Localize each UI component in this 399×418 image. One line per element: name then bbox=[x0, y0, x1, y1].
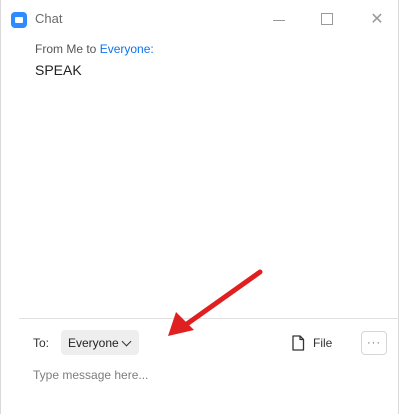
recipient-dropdown[interactable]: Everyone bbox=[61, 330, 139, 355]
minimize-button[interactable] bbox=[263, 6, 295, 32]
close-icon: ✕ bbox=[370, 11, 384, 28]
more-icon: ··· bbox=[367, 337, 381, 349]
window-title: Chat bbox=[35, 11, 63, 26]
title-bar: Chat ✕ bbox=[1, 0, 398, 38]
zoom-app-icon bbox=[11, 12, 27, 28]
close-button[interactable]: ✕ bbox=[361, 6, 393, 32]
file-label: File bbox=[313, 336, 333, 350]
chevron-down-icon bbox=[121, 336, 132, 346]
annotation-arrow-icon bbox=[168, 269, 263, 336]
minimize-icon bbox=[273, 19, 285, 21]
message-header: From Me to Everyone: bbox=[35, 42, 154, 56]
maximize-button[interactable] bbox=[311, 6, 343, 32]
recipient-value: Everyone bbox=[68, 335, 119, 350]
to-label: To: bbox=[33, 336, 50, 350]
file-icon bbox=[292, 335, 305, 351]
message-input[interactable] bbox=[33, 364, 383, 386]
message-from: From Me to bbox=[35, 42, 100, 56]
message-text: SPEAK bbox=[35, 62, 82, 78]
file-button[interactable]: File bbox=[291, 331, 332, 355]
more-options-button[interactable]: ··· bbox=[361, 331, 387, 355]
maximize-icon bbox=[321, 13, 333, 25]
chat-window: Chat ✕ From Me to Everyone: SPEAK To: Ev… bbox=[0, 0, 399, 414]
message-recipient-link[interactable]: Everyone: bbox=[100, 42, 154, 56]
